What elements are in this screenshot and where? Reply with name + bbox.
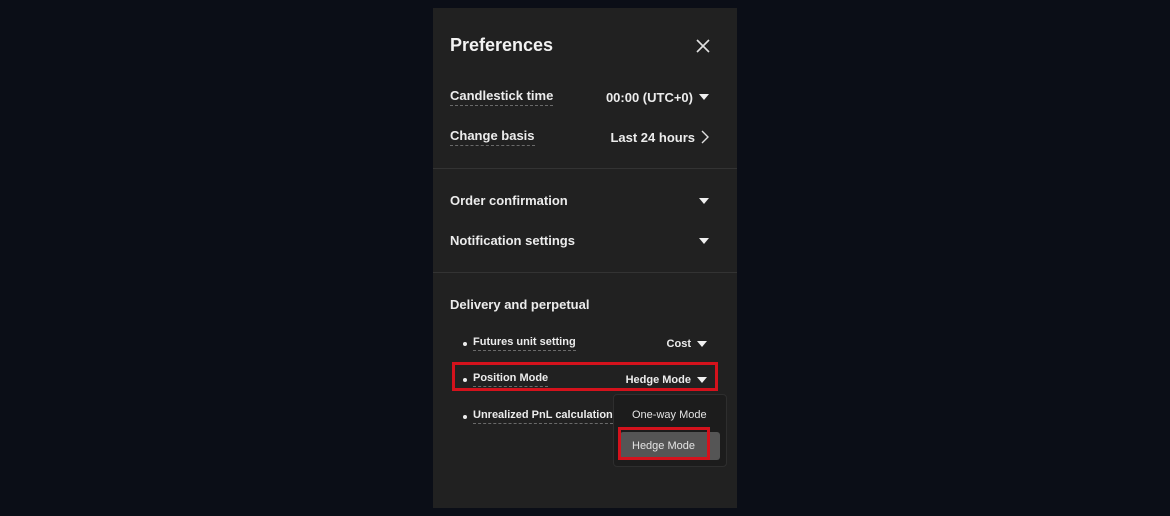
dropdown-option-one-way[interactable]: One-way Mode — [614, 409, 726, 421]
notification-settings-label: Notification settings — [450, 233, 575, 248]
order-confirmation-label: Order confirmation — [450, 193, 568, 208]
futures-unit-select[interactable]: Cost — [667, 338, 707, 350]
candlestick-time-value: 00:00 (UTC+0) — [605, 89, 693, 105]
unrealized-pnl-label: Unrealized PnL calculation — [473, 409, 613, 424]
change-basis-select[interactable]: Last 24 hours — [610, 130, 709, 145]
candlestick-time-label: Candlestick time — [450, 88, 554, 106]
position-mode-value: Hedge Mode — [625, 373, 691, 386]
close-icon — [696, 39, 710, 53]
caret-down-icon[interactable] — [699, 237, 709, 244]
caret-down-icon[interactable] — [699, 197, 709, 204]
divider — [433, 168, 737, 169]
position-mode-select[interactable]: Hedge Mode — [626, 374, 707, 386]
candlestick-time-select[interactable]: 00:00 (UTC+0) — [606, 90, 709, 105]
change-basis-row[interactable]: Change basis Last 24 hours — [450, 128, 709, 146]
preferences-panel: Preferences Candlestick time 00:00 (UTC+… — [433, 8, 737, 508]
hedge-option-highlight — [618, 427, 710, 460]
change-basis-label: Change basis — [450, 128, 535, 146]
notification-settings-row[interactable]: Notification settings — [450, 233, 709, 248]
bullet-icon — [463, 341, 467, 346]
bullet-icon — [463, 377, 467, 382]
caret-down-icon — [697, 376, 707, 383]
divider — [433, 272, 737, 273]
bullet-icon — [463, 414, 467, 419]
futures-unit-row[interactable]: Futures unit setting Cost — [463, 336, 707, 351]
position-mode-label: Position Mode — [473, 372, 549, 387]
change-basis-value: Last 24 hours — [610, 129, 695, 145]
panel-title: Preferences — [450, 35, 554, 55]
candlestick-time-row[interactable]: Candlestick time 00:00 (UTC+0) — [450, 88, 709, 106]
chevron-right-icon — [701, 130, 709, 144]
close-button[interactable] — [695, 38, 711, 54]
position-mode-row[interactable]: Position Mode Hedge Mode — [463, 372, 707, 387]
delivery-section-title: Delivery and perpetual — [450, 297, 590, 312]
futures-unit-value: Cost — [666, 337, 691, 350]
order-confirmation-row[interactable]: Order confirmation — [450, 193, 709, 208]
futures-unit-label: Futures unit setting — [473, 336, 576, 351]
caret-down-icon — [699, 94, 709, 100]
caret-down-icon — [697, 340, 707, 347]
